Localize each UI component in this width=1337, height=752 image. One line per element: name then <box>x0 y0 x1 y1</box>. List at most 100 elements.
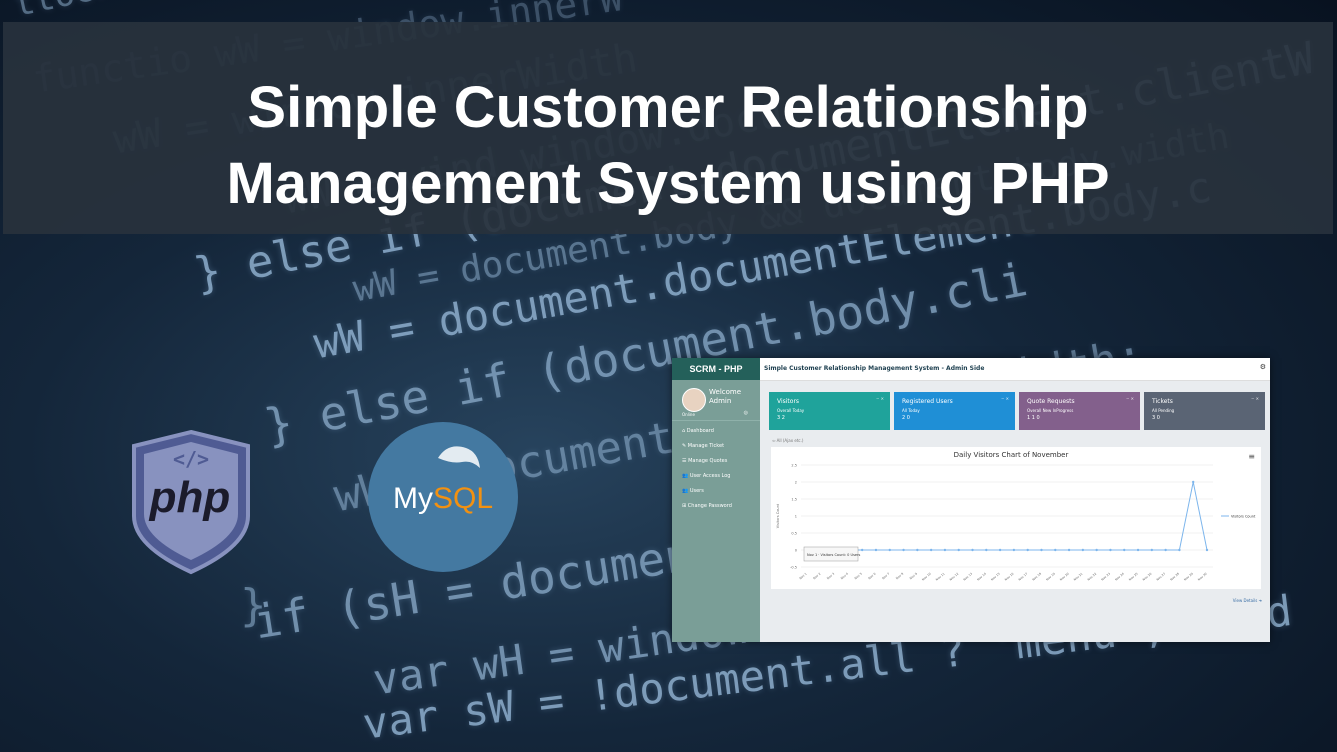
card-tools-icon[interactable]: − ✕ <box>1251 396 1259 401</box>
data-point <box>1109 548 1112 552</box>
view-details-link[interactable]: View Details ➜ <box>1233 598 1262 603</box>
data-point <box>929 548 933 552</box>
gear-icon[interactable]: ⚙ <box>1260 363 1266 371</box>
stat-card[interactable]: Tickets All Pending 3 0 − ✕ <box>1144 392 1265 430</box>
x-tick-label: Nov 21 <box>1073 572 1084 582</box>
welcome-text: Welcome Admin <box>709 388 742 405</box>
x-tick-label: Nov 15 <box>990 572 1001 582</box>
x-tick-label: Nov 25 <box>1128 572 1139 582</box>
card-tools-icon[interactable]: − ✕ <box>1001 396 1009 401</box>
online-status: Online <box>682 412 695 417</box>
x-tick-label: Nov 26 <box>1142 572 1153 582</box>
sidebar-item[interactable]: ✎ Manage Ticket <box>672 439 760 454</box>
mysql-logo: MySQL <box>368 422 518 572</box>
x-tick-label: Nov 22 <box>1087 572 1098 582</box>
card-title: Registered Users <box>902 398 953 405</box>
data-point <box>1054 548 1057 552</box>
data-point <box>874 548 878 552</box>
data-point <box>1026 548 1029 552</box>
sidebar-item-label: Manage Quotes <box>688 458 728 464</box>
card-labels: All Pending <box>1152 408 1175 413</box>
card-values: 2 0 <box>902 415 910 421</box>
sidebar-item-label: Users <box>689 488 704 494</box>
data-point <box>971 548 974 552</box>
card-tools-icon[interactable]: − ✕ <box>1126 396 1134 401</box>
menu-icon: ≡ <box>1248 452 1255 461</box>
x-tick-label: Nov 18 <box>1031 572 1042 582</box>
card-values: 3 2 <box>777 415 785 421</box>
data-point <box>1123 548 1126 552</box>
sidebar-item-label: Dashboard <box>686 428 714 434</box>
card-values: 3 0 <box>1152 415 1160 421</box>
php-code-glyph: </> <box>173 447 209 471</box>
avatar <box>682 388 706 412</box>
title-banner: Simple Customer Relationship Management … <box>3 22 1333 234</box>
x-tick-label: Nov 27 <box>1156 572 1167 582</box>
stat-card[interactable]: Quote Requests Overall New InProgress 1 1 … <box>1019 392 1140 430</box>
stat-card[interactable]: Registered Users All Today 2 0 − ✕ <box>894 392 1015 430</box>
title-line-2: Management System using PHP <box>226 151 1110 216</box>
user-panel: Welcome Admin Online ◎ <box>672 380 760 421</box>
card-labels: Overall Today <box>777 408 805 413</box>
sidebar-item[interactable]: ⊞ Change Password <box>672 499 760 514</box>
php-logo-text: php <box>149 473 231 522</box>
x-tick-label: Nov 23 <box>1100 572 1111 582</box>
data-point <box>860 548 864 552</box>
sidebar-item-label: Change Password <box>687 503 732 509</box>
sidebar-item-label: Manage Ticket <box>687 443 725 449</box>
x-tick-label: Nov 20 <box>1059 572 1070 582</box>
x-tick-label: Nov 12 <box>949 572 960 582</box>
sidebar: SCRM - PHP Welcome Admin Online ◎ ⌂ Dash… <box>672 358 760 642</box>
x-tick-label: Nov 16 <box>1004 572 1015 582</box>
sidebar-brand[interactable]: SCRM - PHP <box>672 358 760 380</box>
user-icon: 👥 <box>682 488 690 494</box>
x-tick-label: Nov 24 <box>1114 572 1125 582</box>
php-logo: </> php <box>128 428 254 576</box>
x-tick-label: Nov 2 <box>812 572 821 581</box>
stat-card[interactable]: Visitors Overall Today 3 2 − ✕ <box>769 392 890 430</box>
data-point <box>1192 480 1195 484</box>
data-point <box>1081 548 1085 552</box>
y-tick-label: 0 <box>795 549 797 553</box>
data-point <box>957 548 960 552</box>
card-title: Tickets <box>1152 398 1173 405</box>
data-point <box>1205 548 1209 552</box>
users-icon: 👥 <box>682 473 690 479</box>
app-screenshot: SCRM - PHP Welcome Admin Online ◎ ⌂ Dash… <box>672 358 1270 642</box>
card-tools-icon[interactable]: − ✕ <box>876 396 884 401</box>
data-point <box>1136 548 1140 552</box>
page-title: Simple Customer Relationship Management … <box>3 70 1333 222</box>
x-tick-label: Nov 11 <box>935 572 946 582</box>
x-tick-label: Nov 1 <box>798 572 807 581</box>
x-tick-label: Nov 19 <box>1045 572 1056 582</box>
x-tick-label: Nov 7 <box>881 572 890 581</box>
sidebar-item[interactable]: ⌂ Dashboard <box>672 424 760 439</box>
x-tick-label: Nov 17 <box>1018 572 1029 582</box>
sidebar-item[interactable]: 👥 Users <box>672 484 760 499</box>
data-point <box>888 548 891 552</box>
chevron-down-icon[interactable]: ◎ <box>744 410 748 416</box>
sidebar-item[interactable]: 👥 User Access Log <box>672 469 760 484</box>
title-line-1: Simple Customer Relationship <box>247 75 1089 140</box>
top-header: Simple Customer Relationship Management … <box>760 358 1270 381</box>
y-tick-label: -0.5 <box>790 566 797 570</box>
sidebar-item[interactable]: ☰ Manage Quotes <box>672 454 760 469</box>
y-tick-label: 2 <box>795 481 797 485</box>
x-tick-label: Nov 14 <box>976 572 987 582</box>
visitors-chart: Daily Visitors Chart of November ≡ -0.5 0 0.… <box>776 451 1256 582</box>
x-tick-label: Nov 30 <box>1197 572 1208 582</box>
y-tick-label: 1.5 <box>791 498 797 502</box>
data-point <box>998 548 1002 552</box>
data-point <box>902 548 905 552</box>
mysql-logo-text: MySQL <box>392 482 494 515</box>
x-tick-label: Nov 8 <box>895 572 904 581</box>
x-tick-label: Nov 6 <box>867 572 876 581</box>
data-point <box>943 548 947 552</box>
breadcrumb[interactable]: ⇦ All (Ajax etc.) <box>772 438 803 443</box>
data-point <box>1040 548 1043 552</box>
y-axis-label: Visitors Count <box>776 503 780 528</box>
card-labels: All Today <box>902 408 920 413</box>
data-point <box>1150 548 1154 552</box>
x-tick-label: Nov 5 <box>854 572 863 581</box>
data-point <box>1067 548 1071 552</box>
